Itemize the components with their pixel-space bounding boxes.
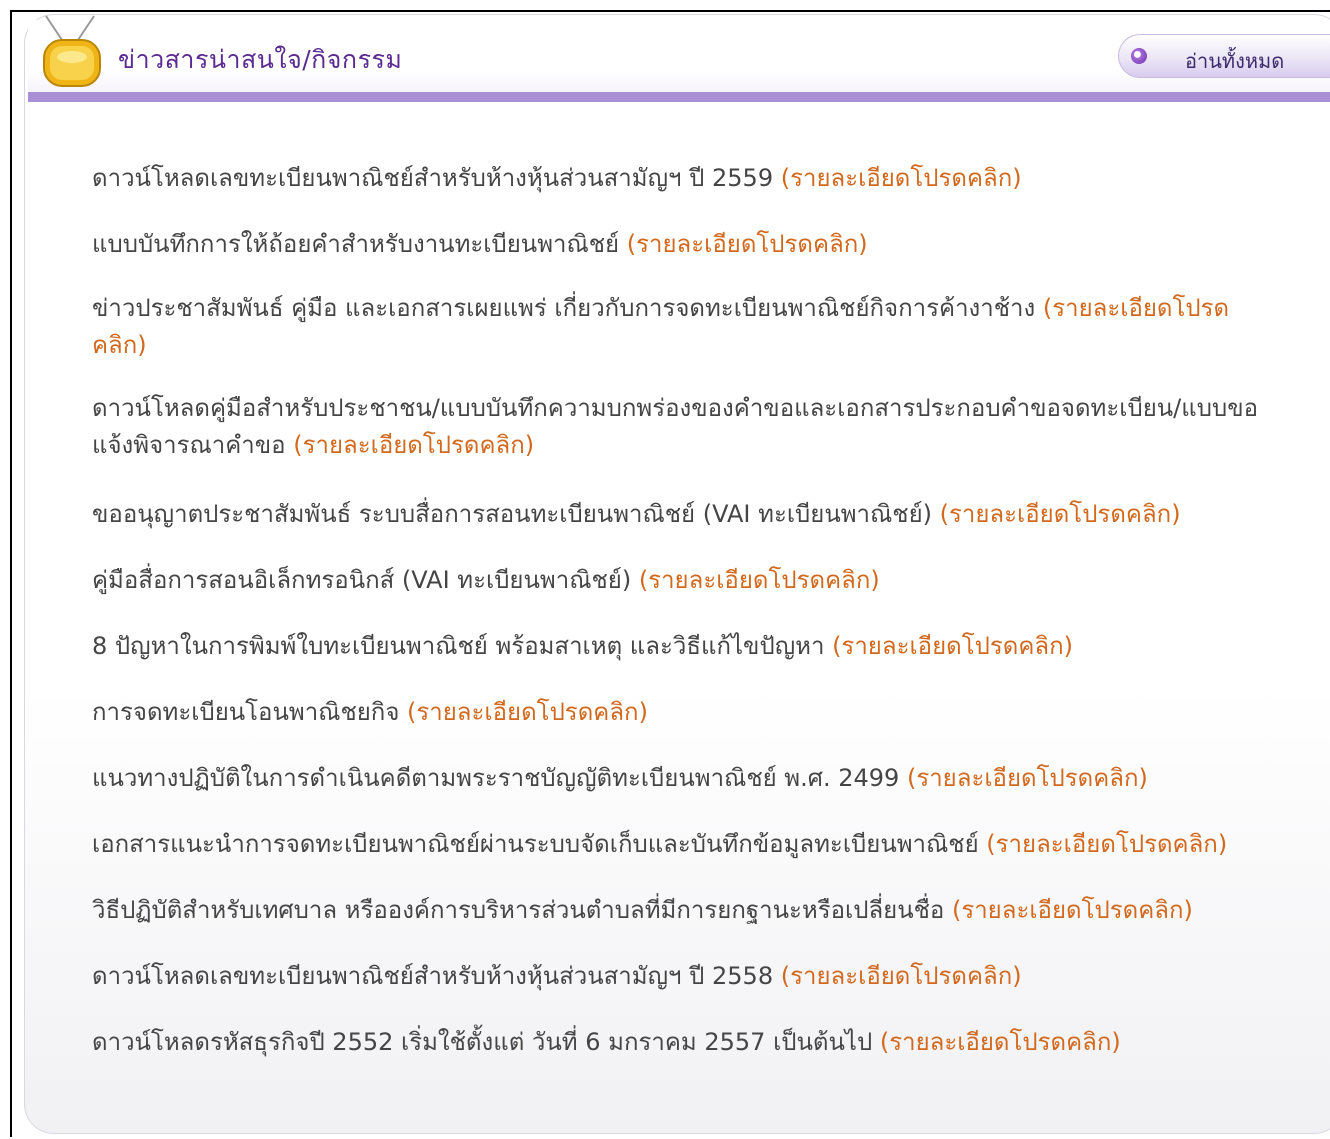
details-link[interactable]: (รายละเอียดโปรดคลิก) (639, 566, 880, 594)
details-link[interactable]: (รายละเอียดโปรดคลิก) (781, 164, 1022, 192)
news-item: ดาวน์โหลดรหัสธุรกิจปี 2552 เริ่มใช้ตั้งแ… (92, 1024, 1282, 1061)
news-text: 8 ปัญหาในการพิมพ์ใบทะเบียนพาณิชย์ พร้อมส… (92, 632, 833, 660)
news-item: 8 ปัญหาในการพิมพ์ใบทะเบียนพาณิชย์ พร้อมส… (92, 628, 1282, 665)
details-link[interactable]: (รายละเอียดโปรดคลิก) (880, 1028, 1121, 1056)
details-link[interactable]: (รายละเอียดโปรดคลิก) (832, 632, 1073, 660)
news-text: เอกสารแนะนำการจดทะเบียนพาณิชย์ผ่านระบบจั… (92, 830, 987, 858)
news-item: ข่าวประชาสัมพันธ์ คู่มือ และเอกสารเผยแพร… (92, 290, 1282, 364)
news-text: ดาวน์โหลดคู่มือสำหรับประชาชน/แบบบันทึกคว… (92, 394, 1259, 459)
read-all-label: อ่านทั้งหมด (1185, 49, 1285, 73)
news-text: แนวทางปฏิบัติในการดำเนินคดีตามพระราชบัญญ… (92, 764, 907, 792)
news-item: ดาวน์โหลดคู่มือสำหรับประชาชน/แบบบันทึกคว… (92, 390, 1282, 464)
news-text: ขออนุญาตประชาสัมพันธ์ ระบบสื่อการสอนทะเบ… (92, 500, 940, 528)
details-link[interactable]: (รายละเอียดโปรดคลิก) (293, 431, 534, 459)
news-text: ดาวน์โหลดเลขทะเบียนพาณิชย์สำหรับห้างหุ้น… (92, 962, 781, 990)
news-item: คู่มือสื่อการสอนอิเล็กทรอนิกส์ (VAI ทะเบ… (92, 562, 1282, 599)
news-item: ดาวน์โหลดเลขทะเบียนพาณิชย์สำหรับห้างหุ้น… (92, 958, 1282, 995)
bullet-icon (1131, 48, 1147, 64)
read-all-button[interactable]: อ่านทั้งหมด (1118, 34, 1330, 78)
details-link[interactable]: (รายละเอียดโปรดคลิก) (407, 698, 648, 726)
news-text: การจดทะเบียนโอนพาณิชยกิจ (92, 698, 408, 726)
tv-icon (43, 15, 101, 87)
news-item: ขออนุญาตประชาสัมพันธ์ ระบบสื่อการสอนทะเบ… (92, 496, 1282, 533)
news-item: เอกสารแนะนำการจดทะเบียนพาณิชย์ผ่านระบบจั… (92, 826, 1282, 863)
news-item: แนวทางปฏิบัติในการดำเนินคดีตามพระราชบัญญ… (92, 760, 1282, 797)
details-link[interactable]: (รายละเอียดโปรดคลิก) (781, 962, 1022, 990)
news-text: ข่าวประชาสัมพันธ์ คู่มือ และเอกสารเผยแพร… (92, 294, 1043, 322)
news-item: วิธีปฏิบัติสำหรับเทศบาล หรือองค์การบริหา… (92, 892, 1282, 929)
details-link[interactable]: (รายละเอียดโปรดคลิก) (952, 896, 1193, 924)
news-item: การจดทะเบียนโอนพาณิชยกิจ (รายละเอียดโปรด… (92, 694, 1282, 731)
news-text: แบบบันทึกการให้ถ้อยคำสำหรับงานทะเบียนพาณ… (92, 230, 627, 258)
details-link[interactable]: (รายละเอียดโปรดคลิก) (627, 230, 868, 258)
news-text: ดาวน์โหลดเลขทะเบียนพาณิชย์สำหรับห้างหุ้น… (92, 164, 781, 192)
news-item: แบบบันทึกการให้ถ้อยคำสำหรับงานทะเบียนพาณ… (92, 226, 1282, 263)
news-text: ดาวน์โหลดรหัสธุรกิจปี 2552 เริ่มใช้ตั้งแ… (92, 1028, 880, 1056)
details-link[interactable]: (รายละเอียดโปรดคลิก) (986, 830, 1227, 858)
details-link[interactable]: (รายละเอียดโปรดคลิก) (940, 500, 1181, 528)
details-link[interactable]: (รายละเอียดโปรดคลิก) (907, 764, 1148, 792)
news-text: วิธีปฏิบัติสำหรับเทศบาล หรือองค์การบริหา… (92, 896, 952, 924)
news-text: คู่มือสื่อการสอนอิเล็กทรอนิกส์ (VAI ทะเบ… (92, 566, 639, 594)
panel-title: ข่าวสารน่าสนใจ/กิจกรรม (118, 45, 403, 74)
news-item: ดาวน์โหลดเลขทะเบียนพาณิชย์สำหรับห้างหุ้น… (92, 160, 1282, 197)
